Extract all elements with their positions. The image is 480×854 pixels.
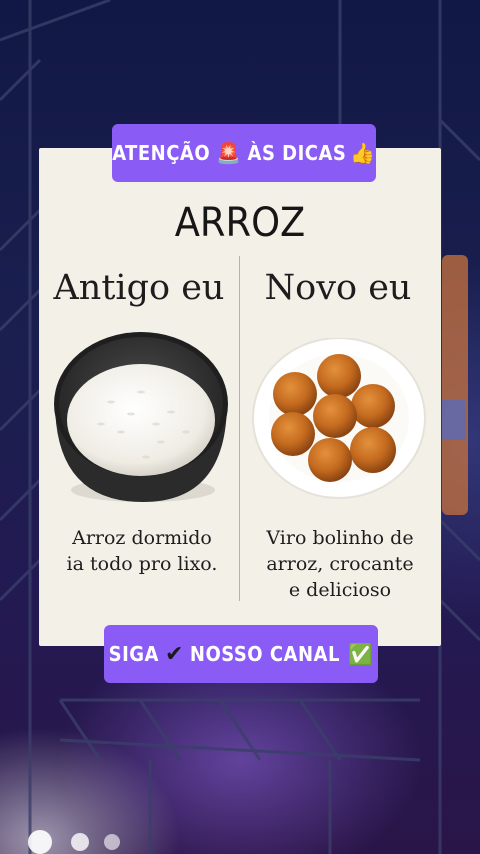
left-caption: Arroz dormido ia todo pro lixo. <box>47 525 237 577</box>
siren-icon: 🚨 <box>216 141 242 165</box>
right-caption-line-1: Viro bolinho de <box>266 527 414 549</box>
rice-balls-plate-image <box>252 338 426 499</box>
right-caption-line-3: e delicioso <box>288 579 392 601</box>
check-box-icon: ✅ <box>347 642 374 666</box>
rice-pot-image <box>54 332 228 502</box>
right-caption: Viro bolinho de arroz, crocante e delici… <box>245 525 435 603</box>
thumbs-up-icon: 👍 <box>350 141 376 165</box>
follow-channel-banner[interactable]: SIGA ✔ NOSSO CANAL ✅ <box>104 625 378 683</box>
attention-banner: ATENÇÃO 🚨 ÀS DICAS 👍 <box>112 124 376 182</box>
left-heading: Antigo eu <box>53 268 225 308</box>
column-divider <box>239 256 240 601</box>
banner-text-siga: SIGA <box>108 642 159 666</box>
right-caption-line-2: arroz, crocante <box>266 553 414 575</box>
check-mark-icon: ✔ <box>164 641 184 667</box>
banner-text-atencao: ATENÇÃO <box>112 141 211 165</box>
left-caption-line-1: Arroz dormido <box>72 527 212 549</box>
right-heading: Novo eu <box>264 268 412 308</box>
banner-text-nosso-canal: NOSSO CANAL <box>189 642 340 666</box>
left-caption-line-2: ia todo pro lixo. <box>66 553 218 575</box>
tip-card: ARROZ Antigo eu Novo eu Arroz dormido ia… <box>39 148 441 646</box>
banner-text-dicas: ÀS DICAS <box>247 141 347 165</box>
card-title: ARROZ <box>174 200 306 246</box>
